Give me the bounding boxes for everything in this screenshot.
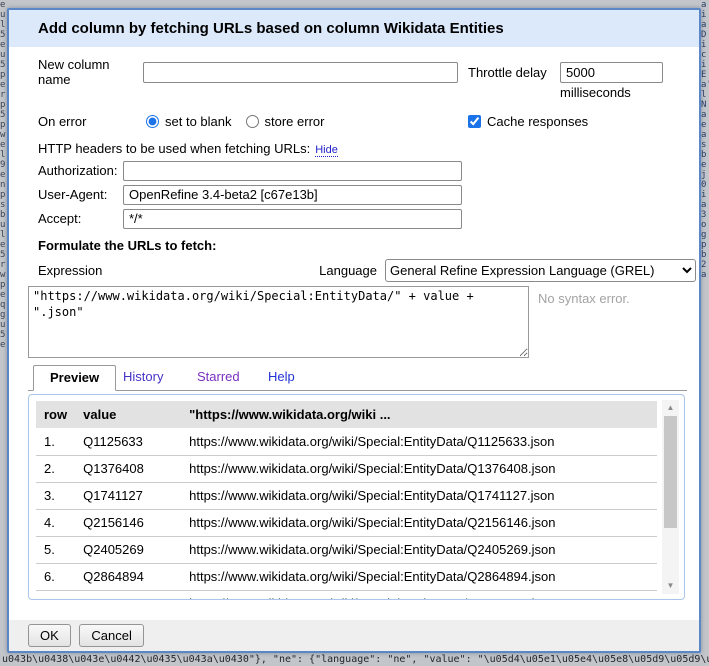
row-value: Q1376408 xyxy=(75,455,181,482)
row-value: Q2156146 xyxy=(75,509,181,536)
row-index: 6. xyxy=(36,563,75,590)
preview-panel: row value "https://www.wikidata.org/wiki… xyxy=(28,394,685,600)
column-header-value: value xyxy=(75,401,181,428)
cache-responses-option[interactable]: Cache responses xyxy=(468,114,588,129)
row-url: https://www.wikidata.org/wiki/Special:En… xyxy=(181,590,657,599)
row-url: https://www.wikidata.org/wiki/Special:En… xyxy=(181,536,657,563)
preview-scrollbar[interactable]: ▲ ▼ xyxy=(662,400,679,594)
user-agent-row: User-Agent: xyxy=(38,184,462,205)
on-error-store-error-option[interactable]: store error xyxy=(246,114,325,129)
new-column-row: New column name Throttle delay xyxy=(38,61,693,83)
store-error-label: store error xyxy=(265,114,325,129)
on-error-set-to-blank-option[interactable]: set to blank xyxy=(146,114,232,129)
user-agent-input[interactable] xyxy=(123,185,462,205)
row-value: Q1125633 xyxy=(75,428,181,455)
on-error-row: On error set to blank store error Cache … xyxy=(38,111,693,131)
authorization-label: Authorization: xyxy=(38,163,123,178)
expression-row: Expression Language General Refine Expre… xyxy=(38,258,696,282)
authorization-row: Authorization: xyxy=(38,160,462,181)
set-to-blank-label: set to blank xyxy=(165,114,232,129)
accept-input[interactable] xyxy=(123,209,462,229)
preview-table-wrap: row value "https://www.wikidata.org/wiki… xyxy=(36,401,657,599)
scroll-up-arrow-icon[interactable]: ▲ xyxy=(662,402,679,414)
row-index: 5. xyxy=(36,536,75,563)
row-value: Q2405269 xyxy=(75,536,181,563)
row-url: https://www.wikidata.org/wiki/Special:En… xyxy=(181,428,657,455)
background-bottom-text: u043b\u0438\u043e\u0442\u0435\u043a\u043… xyxy=(2,654,709,666)
set-to-blank-radio[interactable] xyxy=(146,115,159,128)
scroll-down-arrow-icon[interactable]: ▼ xyxy=(662,580,679,592)
throttle-delay-input[interactable] xyxy=(560,62,663,83)
authorization-input[interactable] xyxy=(123,161,462,181)
accept-row: Accept: xyxy=(38,208,462,229)
row-index: 2. xyxy=(36,455,75,482)
dialog-title: Add column by fetching URLs based on col… xyxy=(9,10,699,47)
table-row: 3. Q1741127 https://www.wikidata.org/wik… xyxy=(36,482,657,509)
background-left-edge-text: eul5eu5perp5p,w:el9enpsbule5rwp,e'lqgu5e xyxy=(0,0,7,654)
tab-preview[interactable]: Preview xyxy=(33,365,116,391)
background-right-edge-text: aiaDiciEa')lNaeasbej0ia3ogpb2a xyxy=(701,0,709,654)
table-row: 6. Q2864894 https://www.wikidata.org/wik… xyxy=(36,563,657,590)
table-row: 4. Q2156146 https://www.wikidata.org/wik… xyxy=(36,509,657,536)
dialog-footer: OK Cancel xyxy=(9,620,699,651)
syntax-status: No syntax error. xyxy=(538,291,630,306)
table-row: 7. Q2901301 https://www.wikidata.org/wik… xyxy=(36,590,657,599)
row-url: https://www.wikidata.org/wiki/Special:En… xyxy=(181,482,657,509)
new-column-name-label: New column name xyxy=(38,57,143,87)
new-column-name-input[interactable] xyxy=(143,62,458,83)
ok-button[interactable]: OK xyxy=(28,624,71,647)
language-label: Language xyxy=(319,263,377,278)
row-index: 3. xyxy=(36,482,75,509)
cache-responses-label: Cache responses xyxy=(487,114,588,129)
scrollbar-thumb[interactable] xyxy=(664,416,677,528)
row-index: 7. xyxy=(36,590,75,599)
tab-help[interactable]: Help xyxy=(268,369,295,384)
formulate-urls-label: Formulate the URLs to fetch: xyxy=(38,238,216,253)
on-error-label: On error xyxy=(38,114,146,129)
row-url: https://www.wikidata.org/wiki/Special:En… xyxy=(181,455,657,482)
row-value: Q2864894 xyxy=(75,563,181,590)
row-url: https://www.wikidata.org/wiki/Special:En… xyxy=(181,509,657,536)
accept-label: Accept: xyxy=(38,211,123,226)
store-error-radio[interactable] xyxy=(246,115,259,128)
cache-responses-checkbox[interactable] xyxy=(468,115,481,128)
row-url: https://www.wikidata.org/wiki/Special:En… xyxy=(181,563,657,590)
http-headers-label: HTTP headers to be used when fetching UR… xyxy=(38,141,310,156)
cancel-button[interactable]: Cancel xyxy=(79,624,143,647)
hide-headers-link[interactable]: Hide xyxy=(315,144,338,157)
throttle-unit-label: milliseconds xyxy=(560,85,631,100)
tab-history[interactable]: History xyxy=(123,369,163,384)
language-select[interactable]: General Refine Expression Language (GREL… xyxy=(385,259,696,282)
row-index: 1. xyxy=(36,428,75,455)
tab-starred[interactable]: Starred xyxy=(197,369,240,384)
preview-table: row value "https://www.wikidata.org/wiki… xyxy=(36,401,657,599)
tab-bar: Preview History Starred Help xyxy=(28,365,687,391)
column-header-row: row xyxy=(36,401,75,428)
row-value: Q2901301 xyxy=(75,590,181,599)
throttle-delay-label: Throttle delay xyxy=(468,65,560,80)
row-value: Q1741127 xyxy=(75,482,181,509)
expression-textarea[interactable]: "https://www.wikidata.org/wiki/Special:E… xyxy=(28,286,529,358)
table-row: 5. Q2405269 https://www.wikidata.org/wik… xyxy=(36,536,657,563)
expression-label: Expression xyxy=(38,263,102,278)
column-header-url-expression: "https://www.wikidata.org/wiki ... xyxy=(181,401,657,428)
user-agent-label: User-Agent: xyxy=(38,187,123,202)
add-column-by-fetching-urls-dialog: Add column by fetching URLs based on col… xyxy=(7,8,701,653)
preview-table-header-row: row value "https://www.wikidata.org/wiki… xyxy=(36,401,657,428)
http-headers-row: HTTP headers to be used when fetching UR… xyxy=(38,141,338,159)
row-index: 4. xyxy=(36,509,75,536)
table-row: 1. Q1125633 https://www.wikidata.org/wik… xyxy=(36,428,657,455)
table-row: 2. Q1376408 https://www.wikidata.org/wik… xyxy=(36,455,657,482)
